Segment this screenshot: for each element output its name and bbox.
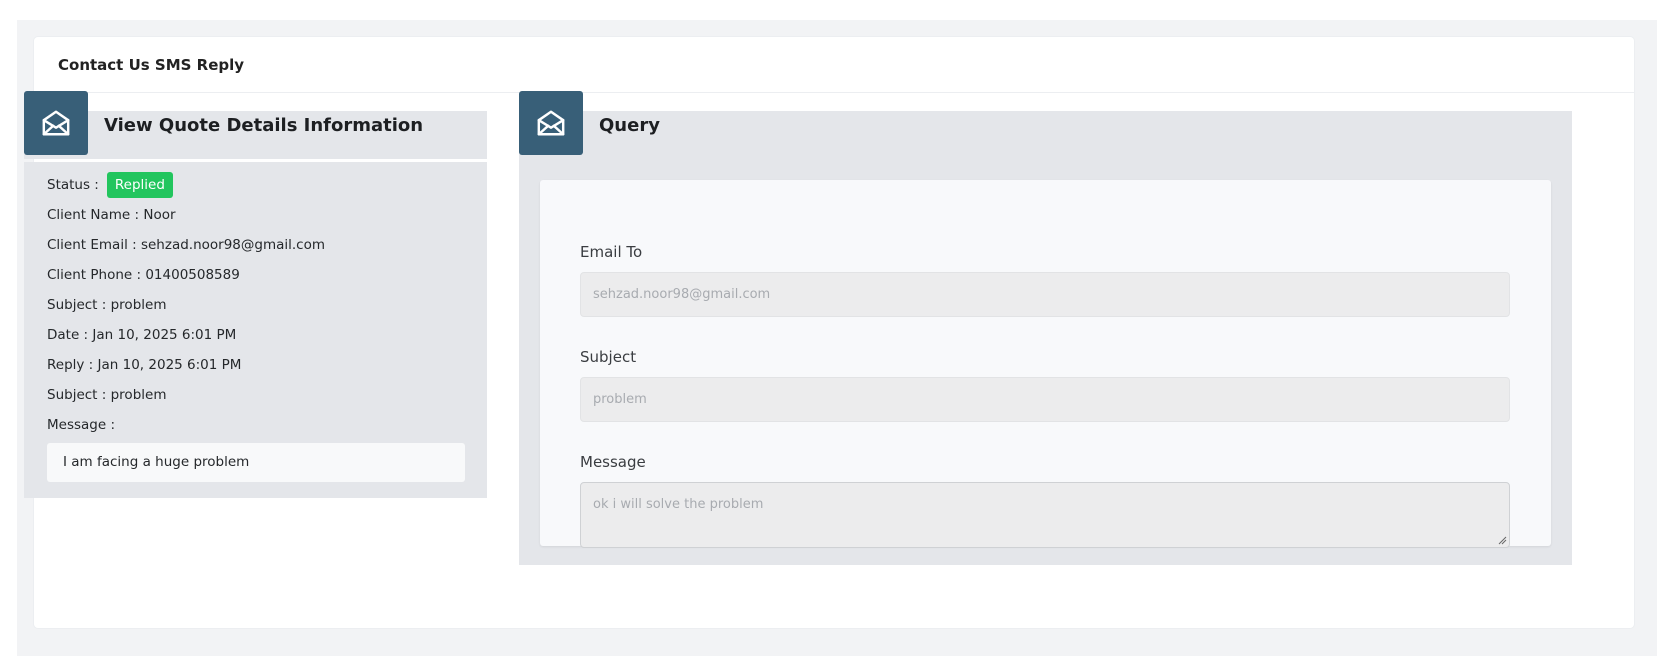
client-name-value: Noor bbox=[143, 207, 176, 223]
status-badge: Replied bbox=[106, 172, 173, 198]
message-textarea[interactable]: ok i will solve the problem bbox=[580, 482, 1510, 548]
reply-row: Reply : Jan 10, 2025 6:01 PM bbox=[47, 350, 467, 380]
message-field-label: Message bbox=[580, 453, 646, 471]
email-to-label: Email To bbox=[580, 243, 643, 261]
query-title: Query bbox=[599, 115, 660, 136]
subject-field-label: Subject bbox=[580, 348, 637, 366]
email-to-input[interactable]: sehzad.noor98@gmail.com bbox=[580, 272, 1510, 317]
client-email-label: Client Email : bbox=[47, 237, 137, 253]
message-label: Message : bbox=[47, 417, 116, 433]
quote-details-list: Status : Replied Client Name : Noor Clien… bbox=[47, 170, 467, 440]
quote-details-title: View Quote Details Information bbox=[104, 115, 424, 136]
reply-subject-label: Subject : bbox=[47, 387, 107, 403]
reply-subject-value: problem bbox=[110, 387, 167, 403]
card-header: Contact Us SMS Reply bbox=[34, 37, 1634, 93]
reply-value: Jan 10, 2025 6:01 PM bbox=[97, 357, 242, 373]
card-title: Contact Us SMS Reply bbox=[58, 55, 245, 74]
client-phone-row: Client Phone : 01400508589 bbox=[47, 260, 467, 290]
resize-grip-icon[interactable] bbox=[1498, 536, 1507, 545]
message-row: Message : bbox=[47, 410, 467, 440]
reply-label: Reply : bbox=[47, 357, 94, 373]
client-phone-value: 01400508589 bbox=[145, 267, 240, 283]
date-value: Jan 10, 2025 6:01 PM bbox=[92, 327, 237, 343]
client-name-row: Client Name : Noor bbox=[47, 200, 467, 230]
client-email-value: sehzad.noor98@gmail.com bbox=[140, 237, 326, 253]
status-label: Status : bbox=[47, 177, 99, 193]
subject-input[interactable]: problem bbox=[580, 377, 1510, 422]
envelope-open-icon bbox=[24, 91, 88, 155]
client-name-label: Client Name : bbox=[47, 207, 140, 223]
subject-label: Subject : bbox=[47, 297, 107, 313]
client-phone-label: Client Phone : bbox=[47, 267, 142, 283]
envelope-open-icon bbox=[519, 91, 583, 155]
subject-value: problem bbox=[110, 297, 167, 313]
client-message-box: I am facing a huge problem bbox=[47, 443, 465, 482]
message-textarea-value: ok i will solve the problem bbox=[593, 497, 764, 512]
client-email-row: Client Email : sehzad.noor98@gmail.com bbox=[47, 230, 467, 260]
subject-row: Subject : problem bbox=[47, 290, 467, 320]
date-label: Date : bbox=[47, 327, 89, 343]
reply-subject-row: Subject : problem bbox=[47, 380, 467, 410]
date-row: Date : Jan 10, 2025 6:01 PM bbox=[47, 320, 467, 350]
status-row: Status : Replied bbox=[47, 170, 467, 200]
